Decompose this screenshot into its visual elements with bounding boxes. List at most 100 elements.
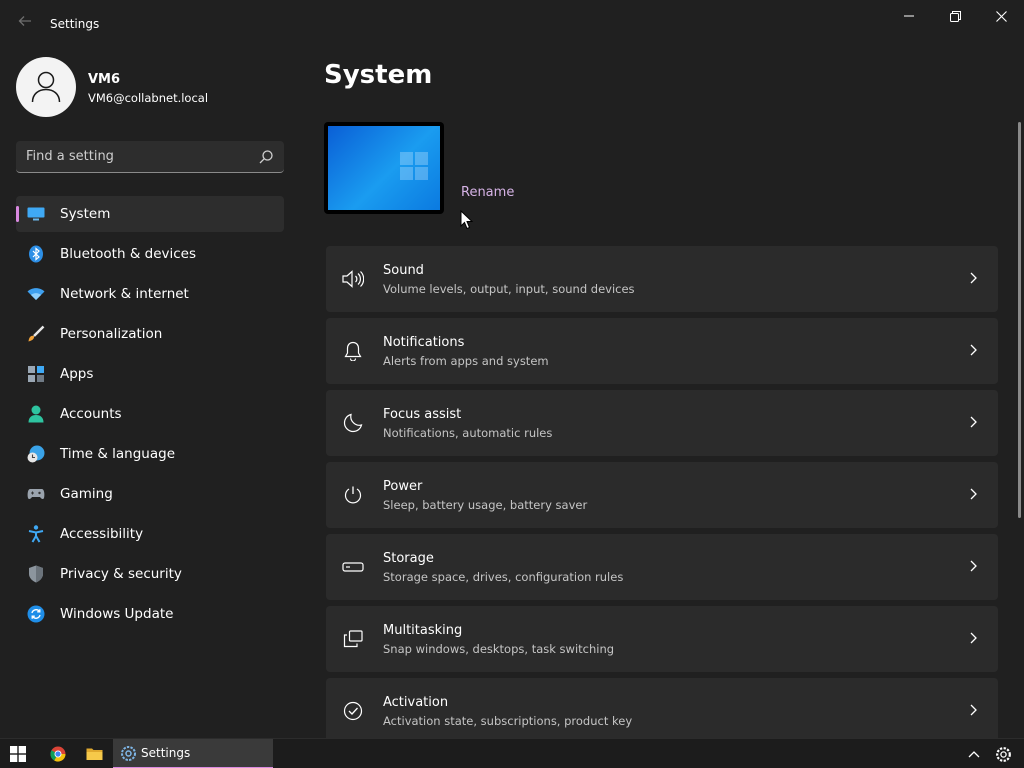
- sidebar-item-time-language[interactable]: Time & language: [16, 436, 284, 472]
- card-storage[interactable]: Storage Storage space, drives, configura…: [326, 534, 998, 600]
- chrome-icon: [50, 746, 66, 762]
- show-hidden-icons-button[interactable]: [962, 739, 986, 768]
- sidebar-item-bluetooth[interactable]: Bluetooth & devices: [16, 236, 284, 272]
- card-subtitle: Activation state, subscriptions, product…: [383, 714, 633, 728]
- chevron-right-icon: [970, 632, 977, 644]
- sidebar-nav: System Bluetooth & devices Network & int…: [16, 196, 284, 636]
- minimize-button[interactable]: [886, 0, 932, 32]
- drive-icon: [342, 556, 364, 578]
- sidebar-item-label: System: [60, 206, 111, 222]
- sidebar-item-label: Privacy & security: [60, 566, 182, 582]
- card-title: Notifications: [383, 335, 465, 350]
- scrollbar[interactable]: [1018, 122, 1021, 518]
- sidebar-item-label: Accounts: [60, 406, 122, 422]
- taskbar-file-explorer[interactable]: [80, 739, 108, 768]
- card-title: Multitasking: [383, 623, 463, 638]
- speaker-icon: [342, 268, 364, 290]
- page-title: System: [324, 60, 433, 90]
- back-button[interactable]: [14, 12, 36, 34]
- card-power[interactable]: Power Sleep, battery usage, battery save…: [326, 462, 998, 528]
- device-image: [324, 122, 444, 214]
- sidebar-item-accessibility[interactable]: Accessibility: [16, 516, 284, 552]
- system-icon: [27, 205, 45, 223]
- user-name: VM6: [88, 72, 121, 87]
- taskbar-chrome[interactable]: [44, 739, 72, 768]
- sidebar-item-label: Personalization: [60, 326, 163, 342]
- sidebar-item-label: Accessibility: [60, 526, 144, 542]
- card-notifications[interactable]: Notifications Alerts from apps and syste…: [326, 318, 998, 384]
- card-subtitle: Alerts from apps and system: [383, 354, 549, 368]
- sidebar-item-accounts[interactable]: Accounts: [16, 396, 284, 432]
- sidebar-item-label: Apps: [60, 366, 94, 382]
- close-icon: [995, 10, 1007, 22]
- windows-logo-icon: [400, 152, 428, 180]
- restore-icon: [949, 10, 961, 22]
- card-title: Power: [383, 479, 423, 494]
- restore-button[interactable]: [932, 0, 978, 32]
- person-icon: [27, 405, 45, 423]
- brush-icon: [27, 325, 45, 343]
- close-button[interactable]: [978, 0, 1024, 32]
- sidebar-item-label: Network & internet: [60, 286, 189, 302]
- sidebar-item-apps[interactable]: Apps: [16, 356, 284, 392]
- window-title: Settings: [50, 17, 100, 31]
- apps-icon: [27, 365, 45, 383]
- user-email: VM6@collabnet.local: [88, 91, 209, 105]
- accessibility-icon: [27, 525, 45, 543]
- person-icon: [31, 71, 61, 103]
- bluetooth-icon: [27, 245, 45, 263]
- card-title: Sound: [383, 263, 424, 278]
- back-arrow-icon: [18, 16, 31, 26]
- sidebar-item-windows-update[interactable]: Windows Update: [16, 596, 284, 632]
- sidebar-item-label: Time & language: [60, 446, 176, 462]
- sidebar-item-label: Bluetooth & devices: [60, 246, 197, 262]
- card-subtitle: Notifications, automatic rules: [383, 426, 553, 440]
- taskbar-tray-settings[interactable]: [990, 739, 1016, 768]
- chevron-right-icon: [970, 560, 977, 572]
- sidebar-item-label: Windows Update: [60, 606, 174, 622]
- card-title: Storage: [383, 551, 434, 566]
- gear-icon: [121, 746, 136, 761]
- card-activation[interactable]: Activation Activation state, subscriptio…: [326, 678, 998, 744]
- card-multitasking[interactable]: Multitasking Snap windows, desktops, tas…: [326, 606, 998, 672]
- card-sound[interactable]: Sound Volume levels, output, input, soun…: [326, 246, 998, 312]
- chevron-right-icon: [970, 344, 977, 356]
- mouse-cursor-icon: [460, 210, 474, 230]
- search-input[interactable]: Find a setting: [16, 141, 284, 173]
- taskbar: Settings: [0, 738, 1024, 768]
- sidebar-item-network[interactable]: Network & internet: [16, 276, 284, 312]
- card-focus-assist[interactable]: Focus assist Notifications, automatic ru…: [326, 390, 998, 456]
- chevron-right-icon: [970, 488, 977, 500]
- sidebar-item-personalization[interactable]: Personalization: [16, 316, 284, 352]
- sidebar-item-system[interactable]: System: [16, 196, 284, 232]
- chevron-up-icon: [968, 751, 980, 758]
- sidebar-item-gaming[interactable]: Gaming: [16, 476, 284, 512]
- clock-globe-icon: [27, 445, 45, 463]
- folder-icon: [86, 748, 102, 760]
- gear-icon: [995, 746, 1011, 762]
- search-icon: [259, 150, 273, 164]
- chevron-right-icon: [970, 416, 977, 428]
- search-placeholder: Find a setting: [26, 149, 114, 164]
- sidebar-item-privacy[interactable]: Privacy & security: [16, 556, 284, 592]
- wifi-icon: [27, 285, 45, 303]
- card-subtitle: Snap windows, desktops, task switching: [383, 642, 615, 656]
- gamepad-icon: [27, 485, 45, 503]
- chevron-right-icon: [970, 704, 977, 716]
- power-icon: [342, 484, 364, 506]
- card-title: Focus assist: [383, 407, 462, 422]
- avatar[interactable]: [16, 57, 76, 117]
- title-bar: Settings: [0, 0, 1024, 48]
- taskbar-settings[interactable]: Settings: [113, 739, 273, 768]
- start-button[interactable]: [4, 739, 32, 768]
- chevron-right-icon: [970, 272, 977, 284]
- check-circle-icon: [342, 700, 364, 722]
- taskbar-settings-label: Settings: [141, 746, 191, 760]
- bell-icon: [342, 340, 364, 362]
- moon-icon: [342, 412, 364, 434]
- card-subtitle: Storage space, drives, configuration rul…: [383, 570, 624, 584]
- windows-logo-icon: [10, 746, 26, 762]
- rename-link[interactable]: Rename: [461, 185, 514, 200]
- desktop-wallpaper: [328, 126, 440, 210]
- sidebar-item-label: Gaming: [60, 486, 113, 502]
